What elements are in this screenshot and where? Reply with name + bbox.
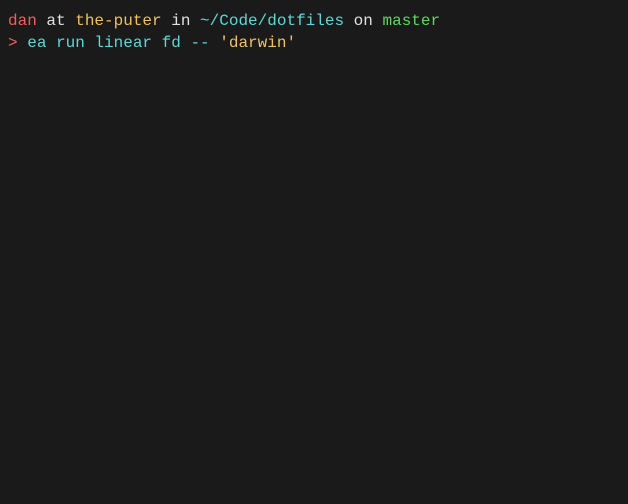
at-text: at: [37, 10, 75, 32]
in-text: in: [162, 10, 200, 32]
terminal: dan at the-puter in ~/Code/dotfiles on m…: [0, 0, 628, 504]
hostname: the-puter: [75, 10, 161, 32]
branch: master: [382, 10, 440, 32]
username: dan: [8, 10, 37, 32]
prompt-line1: dan at the-puter in ~/Code/dotfiles on m…: [8, 10, 620, 32]
command-line: > ea run linear fd -- 'darwin': [8, 32, 620, 54]
command-argument: 'darwin': [219, 32, 296, 54]
on-text: on: [344, 10, 382, 32]
command-text: ea run linear fd --: [18, 32, 220, 54]
prompt-symbol: >: [8, 32, 18, 54]
directory: ~/Code/dotfiles: [200, 10, 344, 32]
